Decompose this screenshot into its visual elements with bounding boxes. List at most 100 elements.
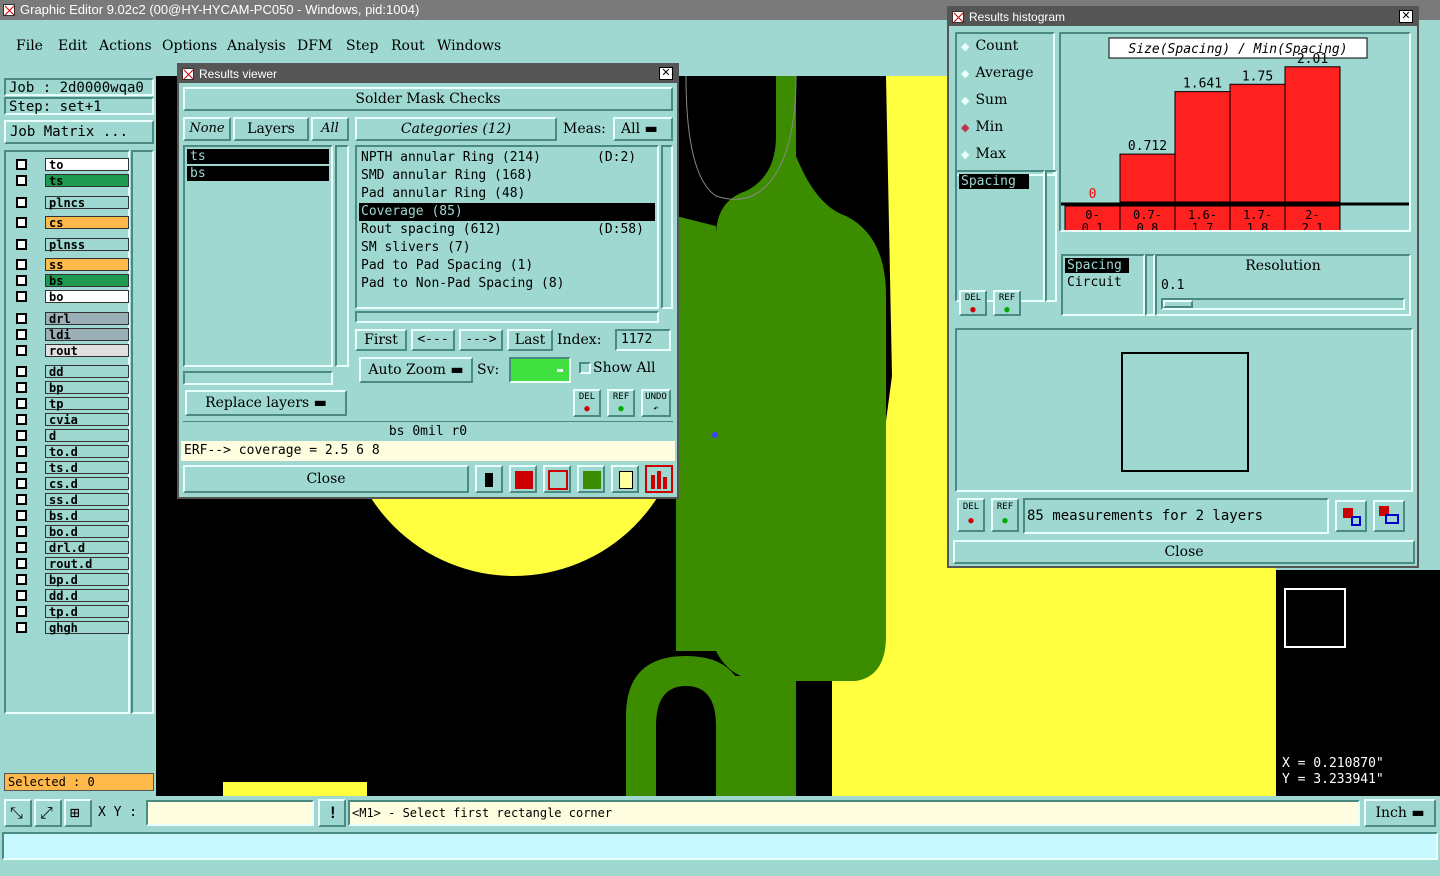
export-icon[interactable]: [509, 465, 537, 493]
layer-name[interactable]: tp.d: [45, 605, 129, 619]
layer-row[interactable]: bs.d: [14, 509, 130, 523]
layer-name[interactable]: d: [45, 429, 129, 443]
histogram-icon[interactable]: [645, 465, 673, 493]
layer-name[interactable]: rout: [45, 344, 129, 358]
layer-color-swatch[interactable]: [31, 158, 45, 171]
layer-row[interactable]: dd: [14, 365, 130, 379]
hist-ref-button[interactable]: REF ●: [993, 290, 1021, 316]
erf-icon[interactable]: [543, 465, 571, 493]
category-item[interactable]: SM slivers (7): [359, 239, 655, 257]
next-button[interactable]: --->: [459, 329, 503, 351]
layer-name[interactable]: ss: [45, 258, 129, 272]
index-input[interactable]: 1172: [615, 329, 671, 351]
radio-icon[interactable]: ◆: [961, 148, 969, 161]
layer-color-swatch[interactable]: [31, 381, 45, 394]
units-dropdown[interactable]: Inch ▬: [1364, 799, 1436, 827]
layer-color-swatch[interactable]: [31, 621, 45, 634]
layer-name[interactable]: drl: [45, 312, 129, 326]
layer-name[interactable]: ss.d: [45, 493, 129, 507]
layer-color-swatch[interactable]: [31, 365, 45, 378]
category-item[interactable]: SMD annular Ring (168): [359, 167, 655, 185]
layer-checkbox[interactable]: [16, 430, 27, 441]
overview-panel[interactable]: [1276, 570, 1440, 750]
show-all-checkbox[interactable]: [579, 362, 591, 374]
numbered-icon[interactable]: [577, 465, 605, 493]
layer-checkbox[interactable]: [16, 291, 27, 302]
layer-checkbox[interactable]: [16, 606, 27, 617]
list-item[interactable]: Spacing: [959, 174, 1029, 189]
filter-icon[interactable]: [475, 465, 503, 493]
sv-color-dropdown[interactable]: ▬: [509, 357, 571, 383]
layer-list-vscroll[interactable]: [335, 145, 349, 367]
layer-checkbox[interactable]: [16, 159, 27, 170]
layer-checkbox[interactable]: [16, 542, 27, 553]
layer-color-swatch[interactable]: [31, 290, 45, 303]
layer-color-swatch[interactable]: [31, 557, 45, 570]
layer-color-swatch[interactable]: [31, 541, 45, 554]
category-item[interactable]: Coverage (85): [359, 203, 655, 221]
layer-name[interactable]: ldi: [45, 328, 129, 342]
layer-color-swatch[interactable]: [31, 258, 45, 271]
resolution-slider[interactable]: [1161, 298, 1405, 310]
menu-step[interactable]: Step: [346, 38, 378, 54]
zoom-out-icon[interactable]: ⤢: [34, 799, 62, 827]
layer-row[interactable]: bo.d: [14, 525, 130, 539]
layer-color-swatch[interactable]: [31, 493, 45, 506]
layer-list-scrollbar[interactable]: [131, 150, 154, 714]
layer-color-swatch[interactable]: [31, 328, 45, 341]
layer-row[interactable]: bs: [14, 274, 130, 288]
layer-color-swatch[interactable]: [31, 445, 45, 458]
layer-color-swatch[interactable]: [31, 573, 45, 586]
layer-checkbox[interactable]: [16, 275, 27, 286]
layer-row[interactable]: to: [14, 158, 130, 172]
layer-row[interactable]: tp.d: [14, 605, 130, 619]
layer-name[interactable]: bs.d: [45, 509, 129, 523]
job-matrix-button[interactable]: Job Matrix ...: [4, 120, 154, 144]
layer-name[interactable]: ts: [45, 174, 129, 188]
layer-color-swatch[interactable]: [31, 413, 45, 426]
zoom-fit-icon[interactable]: [1373, 500, 1405, 532]
layer-name[interactable]: bo.d: [45, 525, 129, 539]
menu-options[interactable]: Options: [162, 38, 217, 54]
layer-checkbox[interactable]: [16, 345, 27, 356]
layer-list-hscroll[interactable]: [183, 371, 333, 385]
layer-row[interactable]: ts.d: [14, 461, 130, 475]
layer-name[interactable]: cs: [45, 216, 129, 230]
layer-checkbox[interactable]: [16, 175, 27, 186]
group-by-scroll[interactable]: [1145, 254, 1155, 316]
meas-dropdown[interactable]: All ▬: [613, 117, 673, 141]
layer-checkbox[interactable]: [16, 197, 27, 208]
layer-row[interactable]: tp: [14, 397, 130, 411]
menu-dfm[interactable]: DFM: [297, 38, 332, 54]
layer-checkbox[interactable]: [16, 329, 27, 340]
menu-analysis[interactable]: Analysis: [227, 38, 286, 54]
category-item[interactable]: Pad to Pad Spacing (1): [359, 257, 655, 275]
layer-color-swatch[interactable]: [31, 344, 45, 357]
xy-input[interactable]: [146, 800, 314, 826]
layer-checkbox[interactable]: [16, 622, 27, 633]
aggregate-option[interactable]: ◆ Sum: [961, 92, 1007, 110]
list-item[interactable]: Circuit: [1065, 275, 1141, 290]
preview-del-button[interactable]: DEL ●: [957, 498, 985, 532]
histogram-bar[interactable]: [1284, 66, 1341, 203]
categories-vscroll[interactable]: [661, 145, 673, 309]
first-button[interactable]: First: [355, 329, 407, 351]
layer-row[interactable]: drl: [14, 312, 130, 326]
layer-checkbox[interactable]: [16, 558, 27, 569]
layer-row[interactable]: ldi: [14, 328, 130, 342]
layer-checkbox[interactable]: [16, 494, 27, 505]
layer-checkbox[interactable]: [16, 398, 27, 409]
layer-name[interactable]: cs.d: [45, 477, 129, 491]
layer-name[interactable]: bp.d: [45, 573, 129, 587]
layer-checkbox[interactable]: [16, 366, 27, 377]
none-button[interactable]: None: [183, 117, 231, 141]
layer-color-swatch[interactable]: [31, 605, 45, 618]
histogram-close-icon[interactable]: ✕: [1399, 10, 1413, 23]
layer-row[interactable]: ss.d: [14, 493, 130, 507]
menu-file[interactable]: File: [16, 38, 43, 54]
layer-color-swatch[interactable]: [31, 461, 45, 474]
histogram-bar[interactable]: [1119, 153, 1176, 203]
layer-color-swatch[interactable]: [31, 196, 45, 209]
radio-icon[interactable]: ◆: [961, 121, 969, 134]
histogram-close-button[interactable]: Close: [953, 540, 1415, 564]
